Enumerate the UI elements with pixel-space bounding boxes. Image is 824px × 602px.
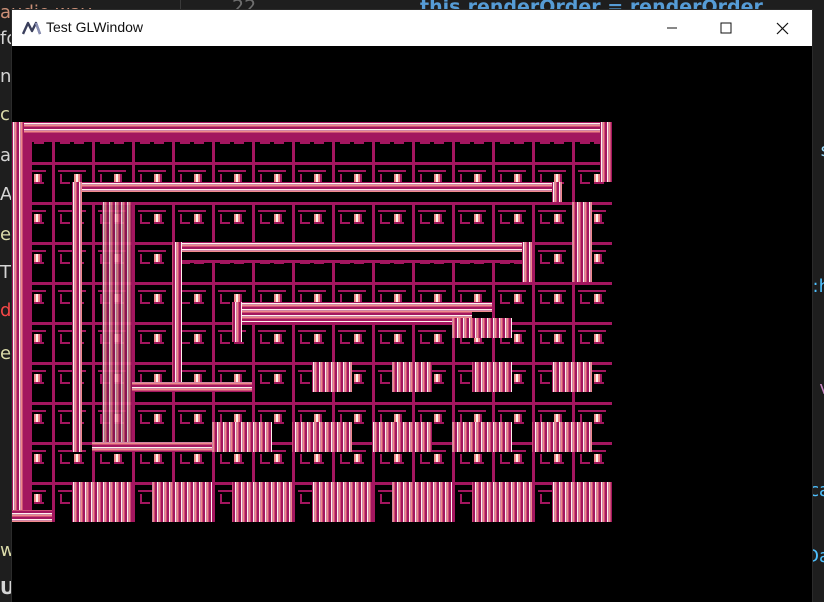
gl-render-canvas[interactable] [12, 122, 612, 522]
maximize-button[interactable] [698, 10, 754, 46]
editor-left-fragment: n [0, 66, 12, 87]
editor-left-fragment: d [0, 300, 12, 321]
editor-right-fragment: :h [812, 276, 824, 297]
close-button[interactable] [754, 10, 810, 46]
app-logo-icon [22, 21, 42, 35]
close-icon [776, 22, 788, 34]
maximize-icon [720, 22, 732, 34]
editor-left-fragment: c [0, 104, 10, 125]
editor-right-fragment: s [821, 140, 824, 161]
minimize-icon [667, 27, 677, 29]
minimize-button[interactable] [644, 10, 700, 46]
title-bar[interactable]: Test GLWindow [12, 10, 812, 47]
editor-left-fragment: A [0, 184, 13, 205]
editor-gutter-line [180, 0, 181, 10]
gl-client-area[interactable] [12, 46, 812, 602]
editor-left-fragment: T [0, 262, 11, 283]
window-title: Test GLWindow [46, 19, 143, 35]
gl-window: Test GLWindow [12, 10, 812, 602]
editor-right-fragment: v [819, 378, 824, 399]
